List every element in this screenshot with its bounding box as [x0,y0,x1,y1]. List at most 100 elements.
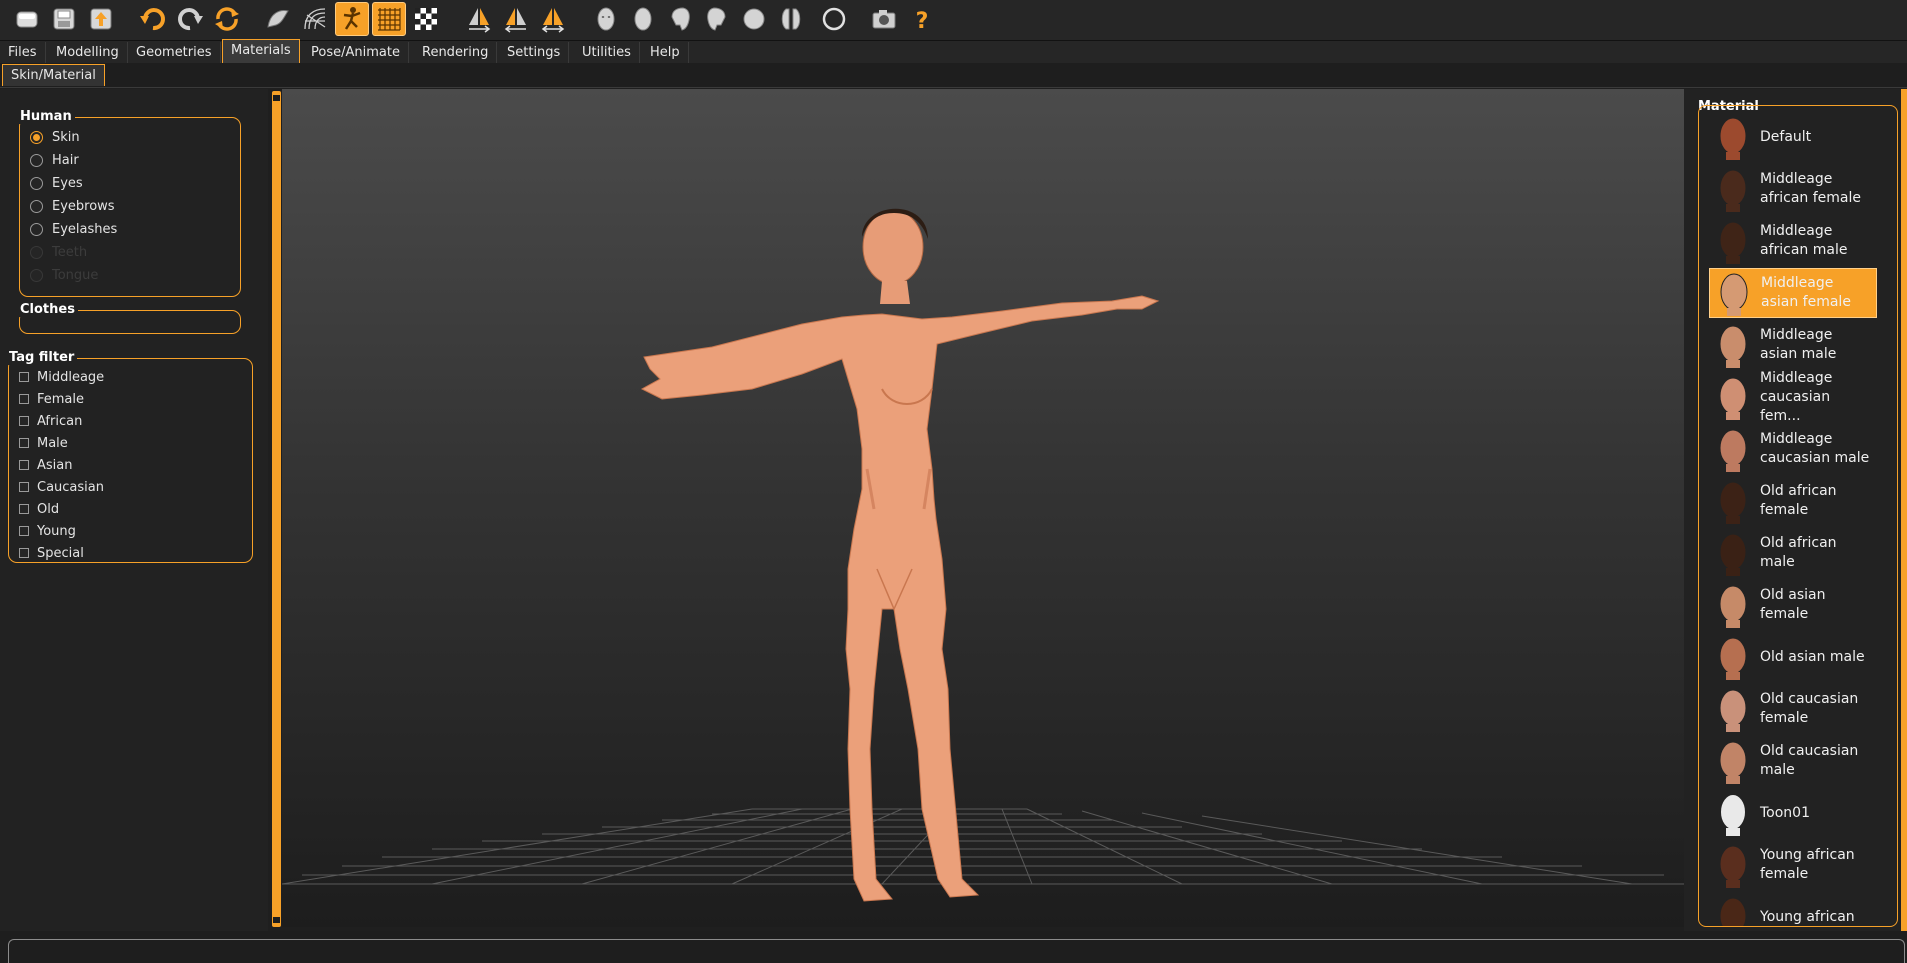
checkbox[interactable] [19,438,29,448]
checkbox[interactable] [19,394,29,404]
checkbox[interactable] [19,416,29,426]
material-item-old-asian-female[interactable]: Old asian female [1709,580,1877,630]
bottom-view-icon[interactable] [774,2,808,36]
tab-rendering[interactable]: Rendering [414,42,498,63]
reset-icon[interactable] [210,2,244,36]
material-item-middleage-asian-male[interactable]: Middleage asian male [1709,320,1877,370]
material-item-old-caucasian-female[interactable]: Old caucasian female [1709,684,1877,734]
screenshot-icon[interactable] [867,2,901,36]
left-panel: Human Skin Hair Eyes Eyebrows Eyelashes … [0,89,268,931]
left-panel-scrollbar[interactable] [272,91,281,927]
right-view-icon[interactable] [700,2,734,36]
3d-viewport[interactable] [282,89,1684,927]
material-item-old-african-female[interactable]: Old african female [1709,476,1877,526]
material-item-middleage-asian-female[interactable]: Middleage asian female [1709,268,1877,318]
radio-skin[interactable]: Skin [30,127,80,147]
radio-indicator[interactable] [30,176,43,190]
symmetry-icon[interactable] [536,2,570,36]
tag-checkbox-special[interactable]: Special [19,543,84,563]
face-thumbnail-icon [1719,117,1747,160]
tab-utilities[interactable]: Utilities [574,42,640,63]
neck-shape [1726,464,1740,472]
reset-camera-icon[interactable] [817,2,851,36]
neck-shape [1726,256,1740,264]
redo-icon[interactable] [173,2,207,36]
back-view-icon[interactable] [626,2,660,36]
neck-shape [1726,360,1740,368]
smooth-icon[interactable] [261,2,295,36]
face-shape [1719,637,1747,675]
material-item-middleage-caucasian-female[interactable]: Middleage caucasian fem... [1709,370,1877,424]
material-item-middleage-caucasian-male[interactable]: Middleage caucasian male [1709,424,1877,474]
checkbox[interactable] [19,526,29,536]
tab-modelling[interactable]: Modelling [48,42,128,63]
material-item-toon01[interactable]: Toon01 [1709,788,1877,838]
face-thumbnail-icon [1719,689,1747,732]
front-view-icon[interactable] [589,2,623,36]
tag-label: Young [37,523,76,539]
tab-files[interactable]: Files [0,42,46,63]
left-view-icon[interactable] [663,2,697,36]
symmetry-right-icon[interactable] [462,2,496,36]
tag-checkbox-young[interactable]: Young [19,521,76,541]
tag-checkbox-old[interactable]: Old [19,499,59,519]
tag-checkbox-asian[interactable]: Asian [19,455,72,475]
main-toolbar: ? [0,0,1907,41]
tab-materials[interactable]: Materials [222,39,300,63]
scroll-up-arrow-icon[interactable] [273,95,280,101]
save-icon[interactable] [47,2,81,36]
material-item-young-african-female[interactable]: Young african female [1709,840,1877,890]
checkbox[interactable] [19,372,29,382]
tab-help[interactable]: Help [642,42,689,63]
top-view-icon[interactable] [737,2,771,36]
material-item-young-african[interactable]: Young african [1709,892,1877,926]
radio-hair[interactable]: Hair [30,150,79,170]
material-item-default[interactable]: Default [1709,112,1877,162]
checkbox[interactable] [19,504,29,514]
help-icon[interactable]: ? [905,2,939,36]
pose-icon[interactable] [335,2,369,36]
scroll-down-arrow-icon[interactable] [273,917,280,923]
checkbox[interactable] [19,548,29,558]
material-label: Old asian female [1760,587,1826,622]
material-item-old-asian-male[interactable]: Old asian male [1709,632,1877,682]
radio-indicator[interactable] [30,130,43,144]
export-icon[interactable] [84,2,118,36]
neck-shape [1726,620,1740,628]
face-thumbnail-icon [1719,897,1747,926]
new-icon[interactable] [10,2,44,36]
ground-grid [282,808,1684,885]
tag-checkbox-male[interactable]: Male [19,433,68,453]
wireframe-icon[interactable] [298,2,332,36]
radio-eyes[interactable]: Eyes [30,173,83,193]
undo-icon[interactable] [136,2,170,36]
radio-eyelashes[interactable]: Eyelashes [30,219,117,239]
radio-indicator[interactable] [30,153,43,167]
face-thumbnail-icon [1719,793,1747,836]
tag-checkbox-middleage[interactable]: Middleage [19,367,104,387]
material-item-old-caucasian-male[interactable]: Old caucasian male [1709,736,1877,786]
right-panel: Material Default Middleage african femal… [1684,89,1907,931]
tab-pose-animate[interactable]: Pose/Animate [303,42,409,63]
tag-checkbox-caucasian[interactable]: Caucasian [19,477,104,497]
symmetry-left-icon[interactable] [499,2,533,36]
tab-geometries[interactable]: Geometries [128,42,221,63]
tag-checkbox-african[interactable]: African [19,411,82,431]
radio-tongue: Tongue [30,265,98,285]
checker-background-icon[interactable] [409,2,443,36]
subtab-skin-material[interactable]: Skin/Material [2,64,105,86]
checkbox[interactable] [19,460,29,470]
right-panel-scrollbar[interactable] [1901,89,1907,931]
checkbox[interactable] [19,482,29,492]
radio-indicator[interactable] [30,199,43,213]
radio-indicator[interactable] [30,222,43,236]
radio-eyebrows[interactable]: Eyebrows [30,196,115,216]
material-item-old-african-male[interactable]: Old african male [1709,528,1877,578]
tab-settings[interactable]: Settings [499,42,570,63]
grid-icon[interactable] [372,2,406,36]
material-item-middleage-african-male[interactable]: Middleage african male [1709,216,1877,266]
material-item-middleage-african-female[interactable]: Middleage african female [1709,164,1877,214]
tag-checkbox-female[interactable]: Female [19,389,84,409]
radio-label: Eyebrows [52,198,115,214]
material-label: Young african female [1760,847,1855,882]
